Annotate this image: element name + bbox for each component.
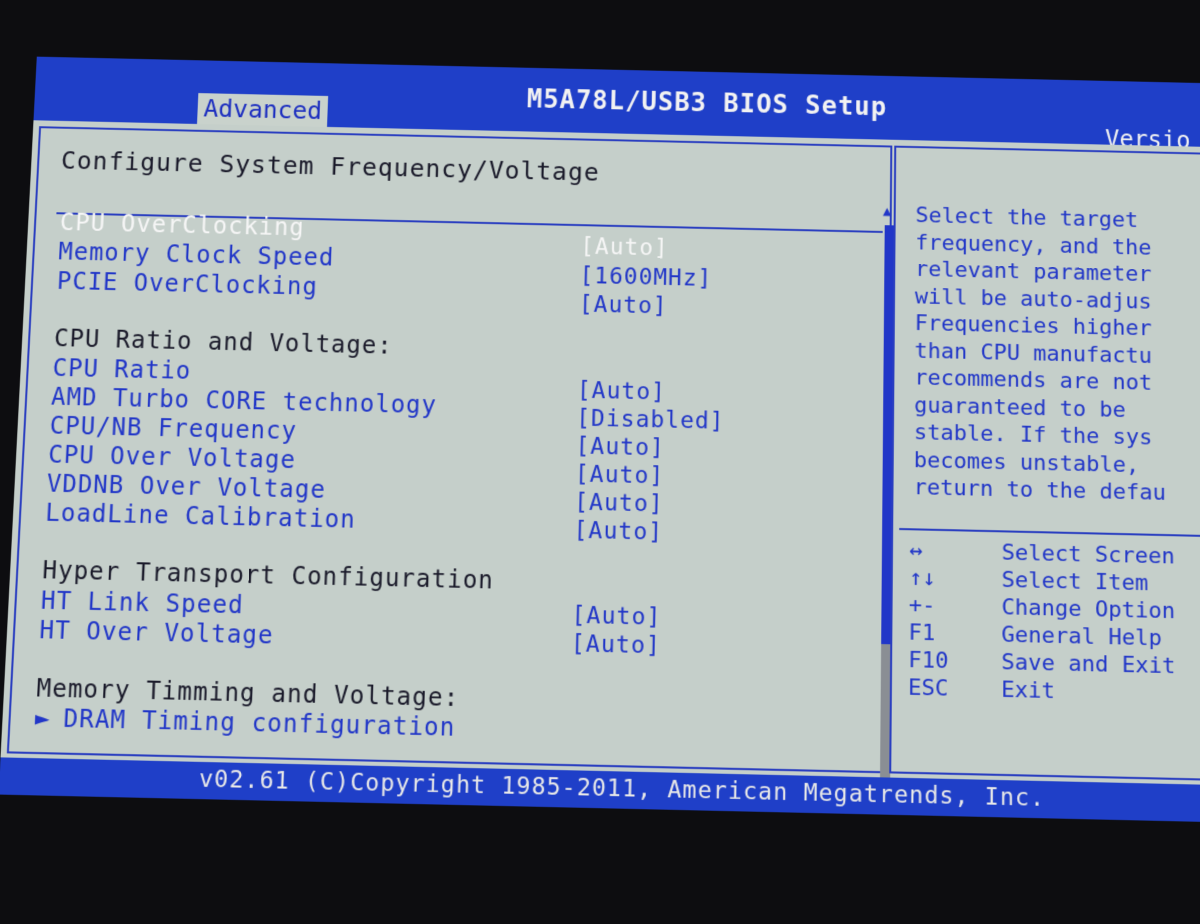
settings-frame: Configure System Frequency/Voltage CPU O… <box>7 126 892 773</box>
main-panel: Configure System Frequency/Voltage CPU O… <box>1 120 1200 785</box>
setting-ht-over-voltage[interactable]: HT Over Voltage <box>39 616 274 650</box>
tab-advanced[interactable]: Advanced <box>197 93 329 127</box>
submenu-arrow-icon: ► <box>34 704 64 733</box>
key-hint-save-exit: F10 Save and Exit <box>908 648 1175 680</box>
setting-cpu-overclocking[interactable]: CPU OverClocking <box>59 208 305 241</box>
value-cpu-nb-frequency[interactable]: [Auto] <box>575 433 665 461</box>
key-name: ESC <box>908 675 1001 703</box>
value-cpu-over-voltage[interactable]: [Auto] <box>575 461 665 489</box>
key-hint-select-screen: ↔ Select Screen <box>909 538 1175 569</box>
value-ht-link-speed[interactable]: [Auto] <box>571 602 661 630</box>
setting-cpu-over-voltage[interactable]: CPU Over Voltage <box>48 440 297 474</box>
key-hint-label: Exit <box>1001 677 1055 704</box>
key-hint-change-option: +- Change Option <box>909 593 1176 624</box>
key-hint-general-help: F1 General Help <box>908 620 1162 651</box>
setting-cpu-ratio[interactable]: CPU Ratio <box>52 354 192 385</box>
value-memory-clock-speed[interactable]: [1600MHz] <box>579 263 712 292</box>
scroll-up-icon[interactable]: ▲ <box>883 204 891 220</box>
setting-cpu-nb-frequency[interactable]: CPU/NB Frequency <box>49 412 297 446</box>
help-text: Select the target frequency, and the rel… <box>913 202 1200 508</box>
key-hint-label: General Help <box>1001 622 1162 651</box>
setting-ht-link-speed[interactable]: HT Link Speed <box>40 586 244 619</box>
plus-minus-icon: +- <box>909 593 1002 620</box>
value-loadline-calibration[interactable]: [Auto] <box>573 518 663 546</box>
key-hint-label: Save and Exit <box>1001 650 1175 679</box>
value-cpu-overclocking[interactable]: [Auto] <box>580 234 669 261</box>
setting-memory-clock-speed[interactable]: Memory Clock Speed <box>58 238 335 272</box>
key-hint-label: Change Option <box>1001 595 1175 624</box>
key-hint-exit: ESC Exit <box>908 675 1055 704</box>
key-hint-label: Select Item <box>1001 568 1148 597</box>
bios-screen: M5A78L/USB3 BIOS Setup Advanced Versio C… <box>0 0 1200 924</box>
section-title: Configure System Frequency/Voltage <box>60 146 600 186</box>
value-cpu-ratio[interactable]: [Auto] <box>577 378 666 406</box>
key-name: F10 <box>908 648 1001 676</box>
divider <box>899 528 1200 537</box>
setting-loadline-calibration[interactable]: LoadLine Calibration <box>45 499 357 534</box>
bios-title: M5A78L/USB3 BIOS Setup <box>526 85 887 122</box>
value-vddnb-over-voltage[interactable]: [Auto] <box>574 489 664 517</box>
key-name: F1 <box>908 620 1001 648</box>
value-amd-turbo-core[interactable]: [Disabled] <box>576 406 725 435</box>
value-ht-over-voltage[interactable]: [Auto] <box>571 631 662 660</box>
help-frame: Select the target frequency, and the rel… <box>889 146 1200 781</box>
key-hint-select-item: ↑↓ Select Item <box>909 566 1148 597</box>
key-hint-label: Select Screen <box>1002 540 1175 569</box>
left-right-arrow-icon: ↔ <box>909 538 1002 565</box>
up-down-arrow-icon: ↑↓ <box>909 566 1002 593</box>
value-pcie-overclocking[interactable]: [Auto] <box>579 292 668 320</box>
setting-pcie-overclocking[interactable]: PCIE OverClocking <box>56 267 318 300</box>
